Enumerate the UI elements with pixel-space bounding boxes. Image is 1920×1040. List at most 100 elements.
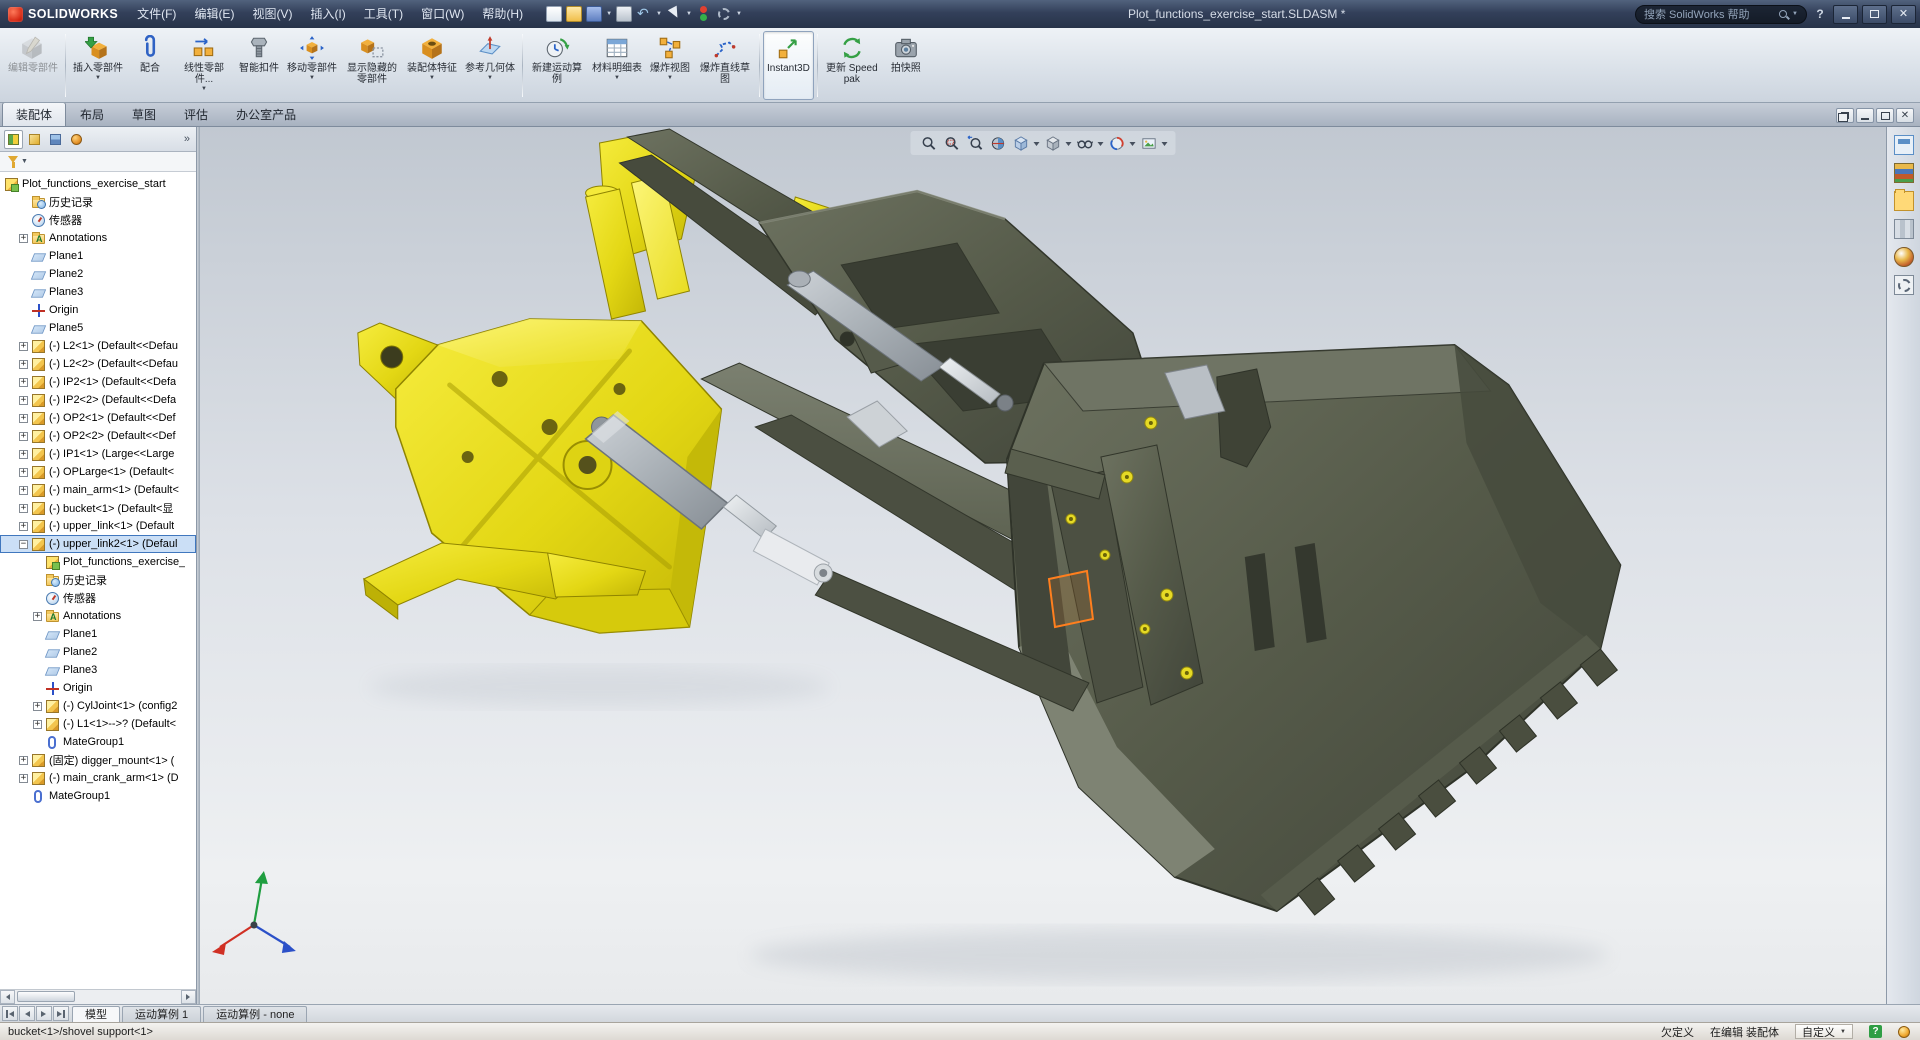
tree-item-sub-origin[interactable]: Origin [0,679,196,697]
tab-evaluate[interactable]: 评估 [170,102,222,126]
tree-item-ip2-1[interactable]: +(-) IP2<1> (Default<<Defa [0,373,196,391]
tree-item-sub-annotations[interactable]: +Annotations [0,607,196,625]
tree-item-ip1-1[interactable]: +(-) IP1<1> (Large<<Large [0,445,196,463]
hide-show-items-button[interactable] [1075,133,1095,153]
expand-icon[interactable]: + [19,378,28,387]
edit-component-button[interactable]: 编辑零部件 [4,31,62,100]
tree-item-sub-mategroup1[interactable]: MateGroup1 [0,733,196,751]
smart-fasteners-button[interactable]: 智能扣件 [235,31,283,100]
tree-item-plane5[interactable]: Plane5 [0,319,196,337]
exploded-view-button[interactable]: 爆炸视图 ▼ [646,31,694,100]
previous-view-button[interactable] [965,133,985,153]
custom-toolbar-dropdown[interactable]: 自定义 ▼ [1795,1024,1853,1039]
print-icon[interactable] [616,6,632,22]
tree-item-l2-1[interactable]: +(-) L2<1> (Default<<Defau [0,337,196,355]
save-caret-icon[interactable]: ▼ [606,11,612,17]
expand-icon[interactable]: + [19,450,28,459]
scrollbar-thumb[interactable] [17,991,75,1002]
options-caret-icon[interactable]: ▼ [736,11,742,17]
panel-expand-chevron[interactable]: » [184,133,192,145]
expand-icon[interactable]: + [19,486,28,495]
menu-help[interactable]: 帮助(H) [473,0,532,28]
expand-icon[interactable]: + [19,774,28,783]
tree-item-sensors[interactable]: 传感器 [0,211,196,229]
instant3d-button[interactable]: Instant3D [763,31,814,100]
scrollbar-track[interactable] [15,990,181,1004]
design-library-icon[interactable] [1894,163,1914,183]
tree-item-cyljoint-1[interactable]: +(-) CylJoint<1> (config2 [0,697,196,715]
dropdown-caret-icon[interactable]: ▼ [201,86,207,92]
view-orientation-caret-icon[interactable] [1034,142,1040,149]
quick-tip-icon[interactable]: ? [1869,1025,1882,1038]
maximize-button[interactable] [1862,5,1887,24]
tree-item-op2-2[interactable]: +(-) OP2<2> (Default<<Def [0,427,196,445]
select-caret-icon[interactable]: ▼ [686,11,692,17]
tree-item-l1-1[interactable]: +(-) L1<1>-->? (Default< [0,715,196,733]
tree-item-upper-link2-1[interactable]: −(-) upper_link2<1> (Defaul [0,535,196,553]
last-tab-button[interactable] [53,1006,69,1021]
show-hidden-components-button[interactable]: 显示隐藏的零部件 [341,31,403,100]
tree-item-plane1[interactable]: Plane1 [0,247,196,265]
appearances-icon[interactable] [1894,247,1914,267]
linear-pattern-button[interactable]: 线性零部件... ▼ [173,31,235,100]
tree-item-plane2[interactable]: Plane2 [0,265,196,283]
bill-of-materials-button[interactable]: 材料明细表 ▼ [588,31,646,100]
tree-item-sub-root[interactable]: Plot_functions_exercise_ [0,553,196,571]
save-icon[interactable] [586,6,602,22]
tab-office-products[interactable]: 办公室产品 [222,102,310,126]
file-explorer-icon[interactable] [1894,191,1914,211]
help-button[interactable]: ? [1811,5,1829,23]
display-manager-tab-icon[interactable] [67,130,86,149]
doc-close-button[interactable]: ✕ [1896,108,1914,123]
scroll-left-button[interactable] [0,990,15,1004]
hide-show-caret-icon[interactable] [1098,142,1104,149]
apply-scene-button[interactable] [1139,133,1159,153]
display-style-button[interactable] [1043,133,1063,153]
dropdown-caret-icon[interactable]: ▼ [667,75,673,81]
dropdown-caret-icon[interactable]: ▼ [95,75,101,81]
doc-restore-button[interactable] [1836,108,1854,123]
expand-icon[interactable]: + [19,504,28,513]
next-tab-button[interactable] [36,1006,52,1021]
display-style-caret-icon[interactable] [1066,142,1072,149]
menu-insert[interactable]: 插入(I) [301,0,354,28]
expand-icon[interactable]: + [19,360,28,369]
custom-properties-icon[interactable] [1894,275,1914,295]
collapse-icon[interactable]: − [19,540,28,549]
expand-icon[interactable]: + [33,720,42,729]
tree-item-bucket-1[interactable]: +(-) bucket<1> (Default<显 [0,499,196,517]
open-icon[interactable] [566,6,582,22]
dropdown-caret-icon[interactable]: ▼ [309,75,315,81]
tab-assembly[interactable]: 装配体 [2,102,66,126]
close-button[interactable]: ✕ [1891,5,1916,24]
expand-icon[interactable]: + [33,612,42,621]
select-arrow-icon[interactable] [666,6,682,22]
filter-caret-icon[interactable]: ▼ [21,158,28,165]
menu-view[interactable]: 视图(V) [243,0,301,28]
search-icon[interactable] [1779,10,1787,18]
doc-maximize-button[interactable] [1876,108,1894,123]
appearance-caret-icon[interactable] [1130,142,1136,149]
update-speedpak-button[interactable]: 更新 Speedpak [821,31,883,100]
first-tab-button[interactable] [2,1006,18,1021]
zoom-area-button[interactable] [942,133,962,153]
minimize-button[interactable] [1833,5,1858,24]
expand-icon[interactable]: + [33,702,42,711]
reference-geometry-button[interactable]: 参考几何体 ▼ [461,31,519,100]
mate-button[interactable]: 配合 [127,31,173,100]
new-motion-study-button[interactable]: 新建运动算例 [526,31,588,100]
assembly-features-button[interactable]: 装配体特征 ▼ [403,31,461,100]
menu-tools[interactable]: 工具(T) [355,0,412,28]
help-search-box[interactable]: 搜索 SolidWorks 帮助 ▼ [1635,5,1807,24]
search-caret-icon[interactable]: ▼ [1792,11,1798,17]
tab-motion-study-none[interactable]: 运动算例 - none [203,1006,307,1022]
tree-item-main-crank-arm-1[interactable]: +(-) main_crank_arm<1> (D [0,769,196,787]
new-document-icon[interactable] [546,6,562,22]
view-orientation-button[interactable] [1011,133,1031,153]
expand-icon[interactable]: + [19,468,28,477]
tree-horizontal-scrollbar[interactable] [0,989,196,1004]
configuration-manager-tab-icon[interactable] [46,130,65,149]
previous-tab-button[interactable] [19,1006,35,1021]
tab-model[interactable]: 模型 [72,1006,120,1022]
resources-icon[interactable] [1894,135,1914,155]
